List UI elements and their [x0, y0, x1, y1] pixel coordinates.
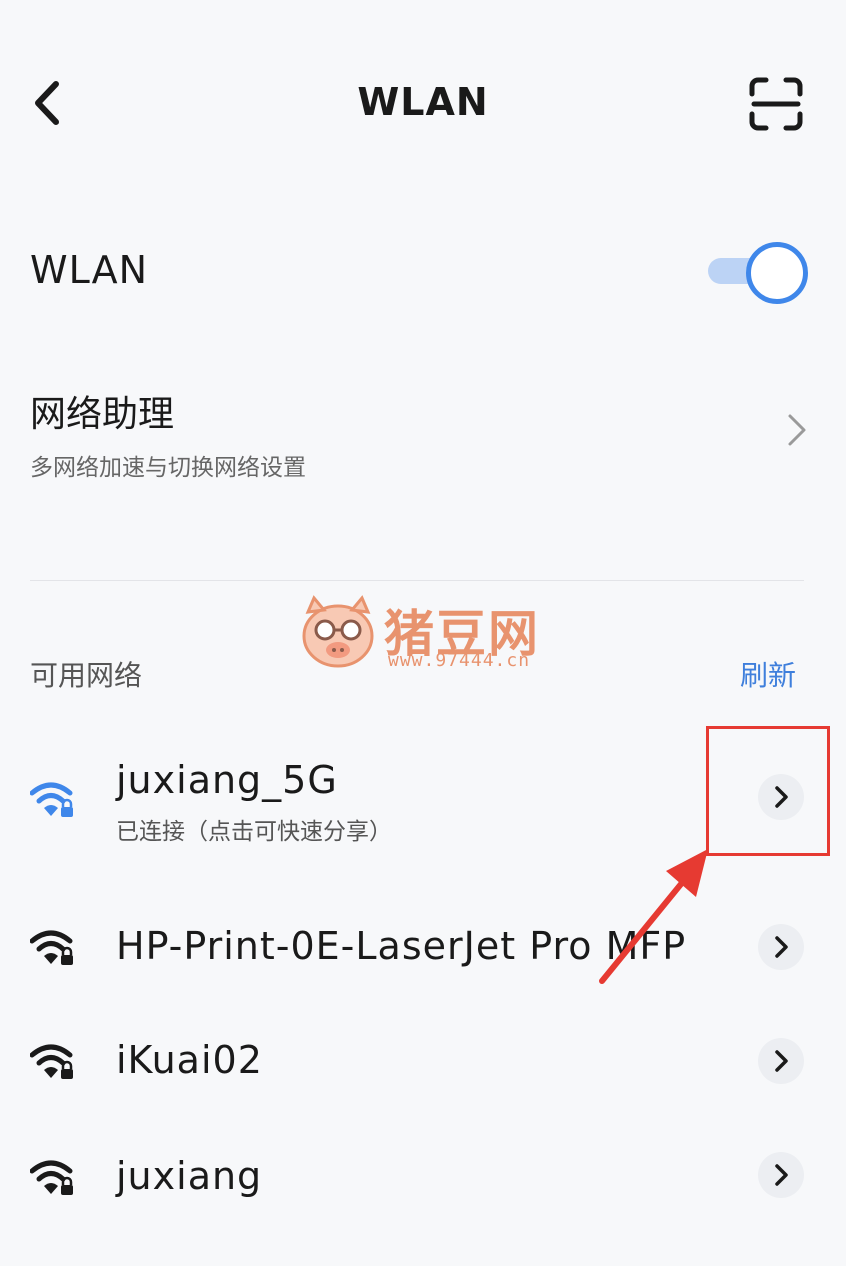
- wifi-locked-icon: [29, 1042, 76, 1082]
- chevron-right-icon[interactable]: [782, 410, 812, 450]
- toggle-knob: [746, 242, 808, 304]
- network-assistant-subtitle: 多网络加速与切换网络设置: [30, 455, 306, 481]
- network-name: juxiang: [116, 1154, 263, 1198]
- wifi-locked-icon: [29, 1158, 76, 1198]
- wlan-toggle[interactable]: [706, 242, 808, 304]
- watermark-url: www.97444.cn: [388, 650, 531, 671]
- annotation-arrow-icon: [590, 845, 720, 990]
- available-networks-label: 可用网络: [30, 659, 143, 692]
- divider: [30, 580, 804, 581]
- network-details-button[interactable]: [758, 1038, 804, 1084]
- network-assistant-title[interactable]: 网络助理: [30, 385, 174, 437]
- page-title: WLAN: [357, 80, 489, 124]
- network-status: 已连接（点击可快速分享）: [116, 819, 392, 845]
- network-details-button[interactable]: [758, 924, 804, 970]
- annotation-highlight-box: [706, 726, 830, 856]
- network-details-button[interactable]: [758, 1152, 804, 1198]
- network-name: iKuai02: [116, 1038, 263, 1082]
- wlan-label: WLAN: [30, 248, 149, 292]
- pig-logo-icon: [302, 595, 374, 668]
- refresh-button[interactable]: 刷新: [740, 654, 796, 694]
- wifi-connected-icon: [29, 780, 76, 820]
- network-row-juxiang[interactable]: juxiang: [0, 1128, 846, 1228]
- watermark-logo: 猪豆网 www.97444.cn: [298, 594, 558, 674]
- network-name: juxiang_5G: [116, 758, 338, 802]
- network-row-ikuai02[interactable]: iKuai02: [0, 1012, 846, 1112]
- scan-icon[interactable]: [748, 76, 804, 132]
- wifi-locked-icon: [29, 928, 76, 968]
